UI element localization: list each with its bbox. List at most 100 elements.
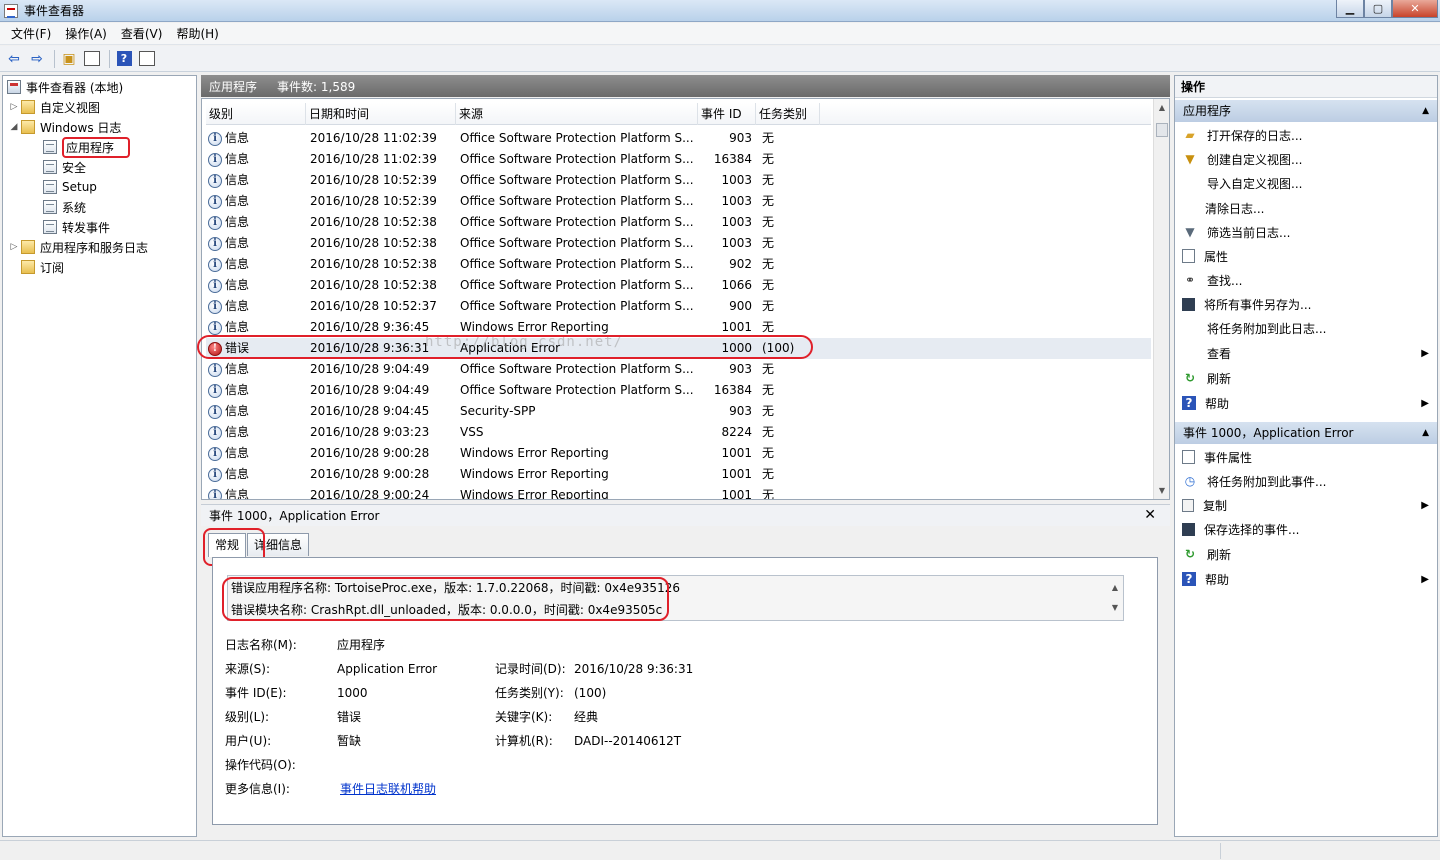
- info-icon: i: [208, 320, 222, 335]
- tree-custom-views[interactable]: ▷ 自定义视图: [9, 98, 100, 116]
- action-import-custom-view[interactable]: 导入自定义视图...: [1175, 172, 1437, 194]
- event-row[interactable]: i 信息 2016/10/28 10:52:39 Office Software Pr…: [206, 191, 1151, 212]
- info-icon: i: [208, 278, 222, 293]
- menu-help[interactable]: 帮助(H): [169, 25, 225, 42]
- event-row[interactable]: i 信息 2016/10/28 9:00:24 Windows Error Repor…: [206, 485, 1151, 499]
- event-row[interactable]: i 信息 2016/10/28 10:52:38 Office Software Pr…: [206, 233, 1151, 254]
- tree-application-log[interactable]: 应用程序: [43, 136, 131, 158]
- event-row[interactable]: i 信息 2016/10/28 10:52:38 Office Software Pr…: [206, 254, 1151, 275]
- action-help[interactable]: ? 帮助 ▶: [1175, 392, 1437, 414]
- up-folder-icon[interactable]: ▣: [59, 49, 79, 69]
- filter-star-icon: ▼: [1185, 152, 1195, 166]
- tree-app-services-logs[interactable]: ▷ 应用程序和服务日志: [9, 238, 148, 256]
- tree-label: 应用程序和服务日志: [40, 240, 149, 255]
- action-attach-task-to-event[interactable]: ◷ 将任务附加到此事件...: [1175, 470, 1437, 492]
- forward-arrow-icon[interactable]: ⇨: [27, 49, 47, 69]
- tree-security-log[interactable]: 安全: [43, 158, 86, 176]
- action-find[interactable]: ⚭ 查找...: [1175, 269, 1437, 291]
- submenu-arrow-icon: ▶: [1421, 499, 1429, 511]
- action-properties[interactable]: 属性: [1175, 245, 1437, 267]
- event-row[interactable]: i 信息 2016/10/28 9:03:23 VSS 8224 无: [206, 422, 1151, 443]
- tab-details[interactable]: 详细信息: [247, 533, 310, 556]
- action-label: 清除日志...: [1205, 201, 1265, 216]
- action-attach-task-to-log[interactable]: 将任务附加到此日志...: [1175, 317, 1437, 339]
- close-icon[interactable]: ✕: [1144, 507, 1156, 523]
- back-arrow-icon[interactable]: ⇦: [4, 49, 24, 69]
- column-headers: 级别 日期和时间 来源 事件 ID 任务类别: [206, 103, 1151, 125]
- event-row[interactable]: i 信息 2016/10/28 10:52:37 Office Software Pr…: [206, 296, 1151, 317]
- event-row[interactable]: i 信息 2016/10/28 9:04:45 Security-SPP 903 无: [206, 401, 1151, 422]
- action-save-all-events[interactable]: 将所有事件另存为...: [1175, 293, 1437, 315]
- action-event-properties[interactable]: 事件属性: [1175, 446, 1437, 468]
- scroll-down-icon[interactable]: ▼: [1154, 486, 1169, 495]
- action-open-saved-log[interactable]: ▰ 打开保存的日志...: [1175, 124, 1437, 146]
- action-refresh[interactable]: ↻ 刷新: [1175, 367, 1437, 389]
- event-row[interactable]: i 信息 2016/10/28 10:52:39 Office Software Pr…: [206, 170, 1151, 191]
- toolbar: ⇦ ⇨ ▣ ?: [0, 46, 1440, 72]
- action-help-event[interactable]: ? 帮助 ▶: [1175, 568, 1437, 590]
- expand-icon[interactable]: ▷: [9, 242, 19, 252]
- tree-subscriptions[interactable]: 订阅: [21, 258, 64, 276]
- expand-icon[interactable]: ▷: [9, 102, 19, 112]
- minimize-button[interactable]: ▁: [1336, 0, 1364, 18]
- show-hide-action-pane-icon[interactable]: [137, 49, 157, 69]
- event-description[interactable]: 错误应用程序名称: TortoiseProc.exe，版本: 1.7.0.220…: [227, 575, 1124, 621]
- level-cell: i 信息: [208, 170, 304, 191]
- event-row[interactable]: i 信息 2016/10/28 10:52:38 Office Software Pr…: [206, 212, 1151, 233]
- online-help-link[interactable]: 事件日志联机帮助: [340, 779, 436, 799]
- action-clear-log[interactable]: 清除日志...: [1175, 197, 1437, 219]
- column-task-category[interactable]: 任务类别: [756, 103, 820, 125]
- event-id-cell: 903: [729, 404, 752, 418]
- action-refresh-event[interactable]: ↻ 刷新: [1175, 543, 1437, 565]
- event-row-error[interactable]: ! 错误 2016/10/28 9:36:31 Application Error 10…: [206, 338, 1151, 359]
- maximize-button[interactable]: ▢: [1364, 0, 1392, 18]
- collapse-icon[interactable]: ◢: [9, 122, 19, 132]
- column-source[interactable]: 来源: [456, 103, 698, 125]
- scroll-up-icon[interactable]: ▲: [1154, 103, 1169, 112]
- menu-action[interactable]: 操作(A): [58, 25, 114, 42]
- tree-forwarded-events[interactable]: 转发事件: [43, 218, 110, 236]
- menu-view[interactable]: 查看(V): [114, 25, 170, 42]
- column-event-id[interactable]: 事件 ID: [698, 103, 756, 125]
- help-icon[interactable]: ?: [114, 49, 134, 69]
- tree-windows-logs[interactable]: ◢ Windows 日志: [9, 118, 121, 136]
- event-row[interactable]: i 信息 2016/10/28 11:02:39 Office Software Pr…: [206, 128, 1151, 149]
- description-scrollbar[interactable]: ▲ ▼: [1109, 578, 1121, 618]
- level-cell: i 信息: [208, 191, 304, 212]
- copy-icon: [1182, 498, 1194, 512]
- event-id-cell: 903: [729, 362, 752, 376]
- event-row[interactable]: i 信息 2016/10/28 9:00:28 Windows Error Repor…: [206, 464, 1151, 485]
- actions-section-event[interactable]: 事件 1000，Application Error ▲: [1175, 422, 1437, 444]
- log-icon: [43, 220, 57, 234]
- event-row[interactable]: i 信息 2016/10/28 9:04:49 Office Software Pro…: [206, 359, 1151, 380]
- tab-general[interactable]: 常规: [208, 533, 247, 557]
- level-cell: i 信息: [208, 422, 304, 443]
- event-row[interactable]: i 信息 2016/10/28 11:02:39 Office Software Pr…: [206, 149, 1151, 170]
- event-list-scrollbar[interactable]: ▲ ▼: [1153, 99, 1169, 499]
- show-hide-console-tree-icon[interactable]: [82, 49, 102, 69]
- tree-root[interactable]: 事件查看器 (本地): [7, 78, 123, 96]
- action-filter-current-log[interactable]: ▼ 筛选当前日志...: [1175, 221, 1437, 243]
- column-date[interactable]: 日期和时间: [306, 103, 456, 125]
- event-viewer-icon: [7, 80, 21, 94]
- event-row[interactable]: i 信息 2016/10/28 9:04:49 Office Software Pro…: [206, 380, 1151, 401]
- collapse-icon[interactable]: ▲: [1422, 100, 1429, 122]
- event-row[interactable]: i 信息 2016/10/28 9:36:45 Windows Error Repor…: [206, 317, 1151, 338]
- close-button[interactable]: ✕: [1392, 0, 1438, 18]
- column-level[interactable]: 级别: [206, 103, 306, 125]
- actions-section-application[interactable]: 应用程序 ▲: [1175, 100, 1437, 122]
- source-cell: Office Software Protection Platform S...: [460, 299, 694, 313]
- tree-setup-log[interactable]: Setup: [43, 178, 97, 196]
- tree-system-log[interactable]: 系统: [43, 198, 86, 216]
- action-view[interactable]: 查看 ▶: [1175, 342, 1437, 364]
- collapse-icon[interactable]: ▲: [1422, 422, 1429, 444]
- level-text: 信息: [225, 152, 250, 166]
- action-save-selected-events[interactable]: 保存选择的事件...: [1175, 518, 1437, 540]
- event-row[interactable]: i 信息 2016/10/28 9:00:28 Windows Error Repor…: [206, 443, 1151, 464]
- source-cell: Office Software Protection Platform S...: [460, 383, 694, 397]
- action-copy[interactable]: 复制 ▶: [1175, 494, 1437, 516]
- scroll-thumb[interactable]: [1156, 123, 1168, 137]
- action-create-custom-view[interactable]: ▼ 创建自定义视图...: [1175, 148, 1437, 170]
- event-row[interactable]: i 信息 2016/10/28 10:52:38 Office Software Pr…: [206, 275, 1151, 296]
- menu-file[interactable]: 文件(F): [4, 25, 58, 42]
